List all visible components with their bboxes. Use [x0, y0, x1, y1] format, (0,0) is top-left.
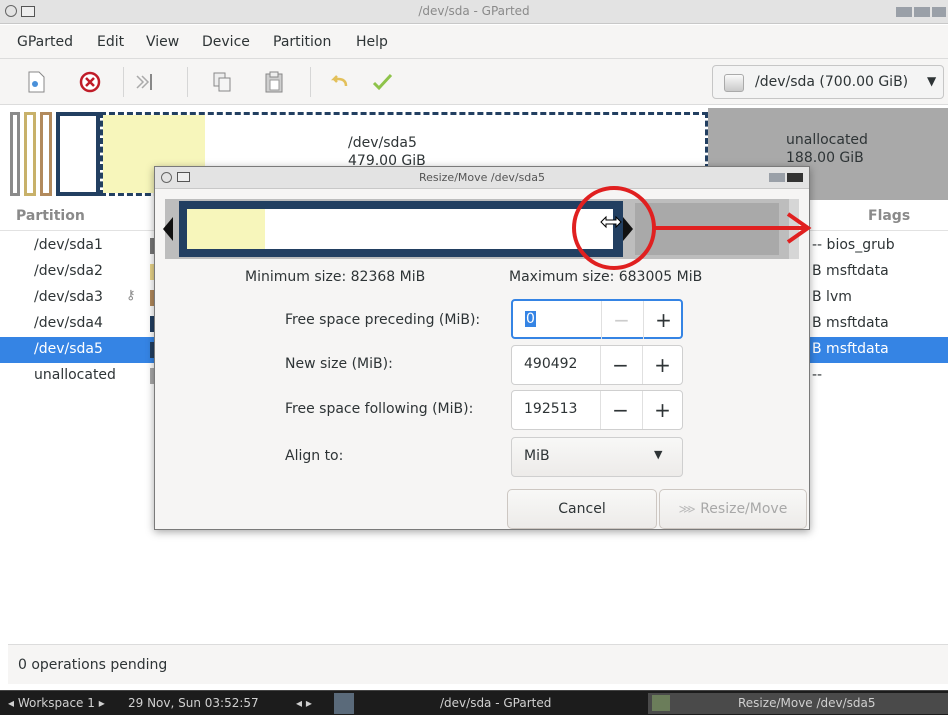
free-space-preceding-input[interactable]: 0 [525, 311, 536, 327]
task-nav[interactable]: ◂ ▸ [296, 696, 312, 710]
task-resize-dialog-label: Resize/Move /dev/sda5 [738, 696, 876, 710]
graph-unallocated-name: unallocated [786, 132, 868, 148]
menu-view[interactable]: View [146, 34, 179, 50]
new-size-input[interactable]: 490492 [524, 356, 577, 372]
maximize-button[interactable] [914, 7, 930, 17]
preceding-increment-button[interactable]: + [643, 301, 683, 339]
resize-move-icon: ⋙ [678, 502, 696, 516]
annotation-circle [572, 186, 656, 270]
following-increment-button[interactable]: + [642, 391, 682, 429]
new-partition-icon[interactable] [24, 70, 48, 94]
cancel-button[interactable]: Cancel [507, 489, 657, 529]
menu-help[interactable]: Help [356, 34, 388, 50]
status-bar: 0 operations pending [8, 644, 948, 684]
row-partition-name: /dev/sda3 [34, 289, 103, 305]
delete-partition-icon[interactable] [78, 70, 102, 94]
undo-icon[interactable] [328, 70, 352, 94]
task-gparted-label: /dev/sda - GParted [440, 696, 552, 710]
graph-sda3[interactable] [40, 112, 52, 196]
clock: 29 Nov, Sun 03:52:57 [128, 696, 259, 710]
window-title: /dev/sda - GParted [418, 4, 530, 18]
graph-sda4[interactable] [56, 112, 100, 196]
task-dialog-icon [652, 695, 670, 711]
key-icon: ⚷ [126, 288, 136, 303]
row-partition-name: /dev/sda5 [34, 341, 103, 357]
resize-move-icon[interactable] [133, 70, 157, 94]
copy-icon[interactable] [210, 70, 234, 94]
align-to-value: MiB [524, 448, 550, 464]
task-icon [334, 693, 354, 714]
chevron-down-icon: ▼ [927, 74, 937, 88]
row-partition-name: unallocated [34, 367, 116, 383]
free-space-following-label: Free space following (MiB): [285, 401, 474, 417]
harddisk-icon [724, 74, 744, 92]
align-to-label: Align to: [285, 448, 344, 464]
row-partition-name: /dev/sda2 [34, 263, 103, 279]
free-space-preceding-label: Free space preceding (MiB): [285, 312, 481, 328]
row-flags: B msftdata [812, 263, 889, 279]
close-button[interactable] [932, 7, 946, 17]
preceding-decrement-button[interactable]: − [601, 301, 641, 339]
row-flags: -- bios_grub [812, 237, 895, 253]
paste-icon[interactable] [262, 70, 286, 94]
graph-sda1[interactable] [10, 112, 20, 196]
workspace-switcher[interactable]: ◂ Workspace 1 ▸ [8, 696, 105, 710]
free-space-following-input[interactable]: 192513 [524, 401, 577, 417]
row-flags: -- [812, 367, 823, 383]
column-partition[interactable]: Partition [16, 208, 85, 224]
window-titlebar[interactable]: /dev/sda - GParted [0, 0, 948, 24]
resize-move-button[interactable]: ⋙ Resize/Move [659, 489, 807, 529]
partition-used-space [187, 209, 265, 249]
menu-device[interactable]: Device [202, 34, 250, 50]
task-resize-dialog[interactable]: Resize/Move /dev/sda5 [648, 693, 948, 714]
device-selector[interactable]: /dev/sda (700.00 GiB) ▼ [712, 65, 944, 99]
graph-sda5-name: /dev/sda5 [348, 135, 417, 151]
row-flags: B msftdata [812, 315, 889, 331]
align-to-select[interactable]: MiB ▼ [511, 437, 683, 477]
toolbar: /dev/sda (700.00 GiB) ▼ [0, 59, 948, 105]
new-size-decrement-button[interactable]: − [600, 346, 640, 384]
free-space-following-spinbutton[interactable]: 192513 − + [511, 390, 683, 430]
new-size-increment-button[interactable]: + [642, 346, 682, 384]
free-space-preceding-spinbutton[interactable]: 0 − + [511, 299, 683, 339]
following-decrement-button[interactable]: − [600, 391, 640, 429]
chevron-down-icon: ▼ [654, 448, 663, 461]
menu-gparted[interactable]: GParted [17, 34, 73, 50]
graph-unallocated-size: 188.00 GiB [786, 150, 864, 166]
new-size-label: New size (MiB): [285, 356, 393, 372]
apply-icon[interactable] [370, 70, 394, 94]
graph-sda2[interactable] [24, 112, 36, 196]
partition-block-inner [187, 209, 613, 249]
menu-edit[interactable]: Edit [97, 34, 124, 50]
device-selector-label: /dev/sda (700.00 GiB) [755, 74, 909, 90]
minimize-button[interactable] [896, 7, 912, 17]
column-flags[interactable]: Flags [868, 208, 910, 224]
row-partition-name: /dev/sda4 [34, 315, 103, 331]
taskbar: ◂ Workspace 1 ▸ 29 Nov, Sun 03:52:57 ◂ ▸… [0, 690, 948, 715]
left-resize-handle[interactable] [163, 217, 175, 241]
task-gparted[interactable]: /dev/sda - GParted [360, 693, 644, 714]
row-flags: B lvm [812, 289, 852, 305]
row-flags: B msftdata [812, 341, 889, 357]
partition-block[interactable] [179, 201, 623, 257]
resize-move-button-label: Resize/Move [700, 501, 788, 517]
row-partition-name: /dev/sda1 [34, 237, 103, 253]
menu-partition[interactable]: Partition [273, 34, 331, 50]
pending-operations: 0 operations pending [18, 657, 168, 673]
annotation-overlay [572, 186, 812, 270]
new-size-spinbutton[interactable]: 490492 − + [511, 345, 683, 385]
minimum-size-label: Minimum size: 82368 MiB [245, 269, 426, 285]
menu-bar: GParted Edit View Device Partition Help [0, 25, 948, 59]
